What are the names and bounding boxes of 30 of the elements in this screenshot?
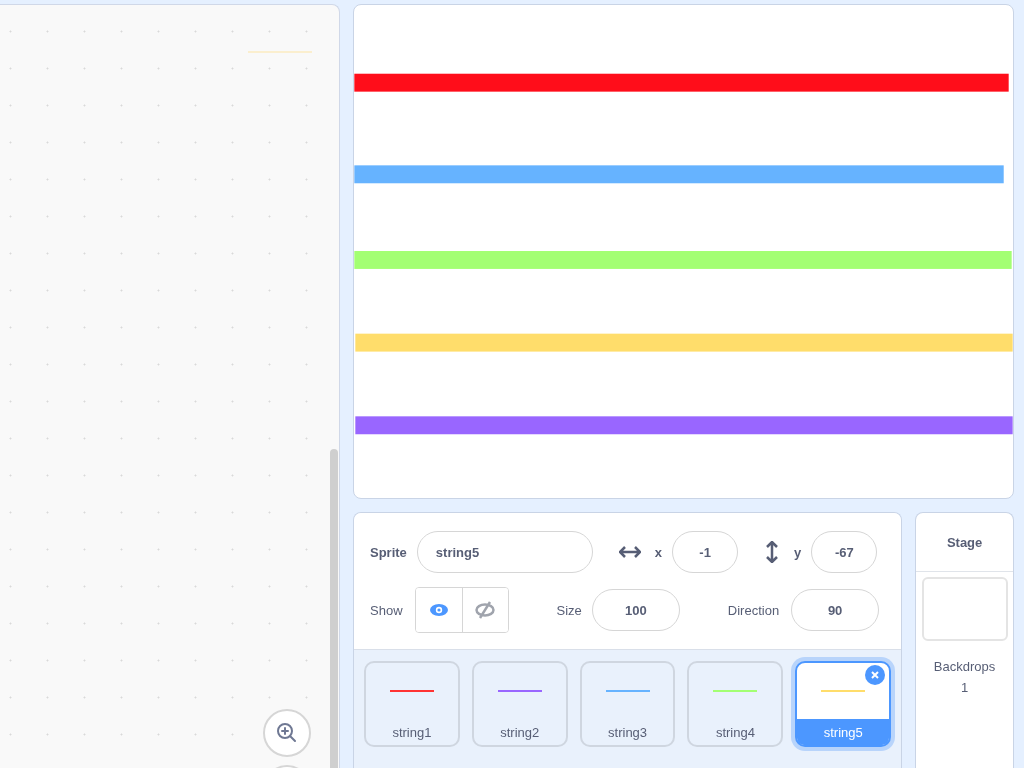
- y-label: y: [794, 544, 802, 560]
- show-label: Show: [370, 602, 403, 618]
- vertical-arrow-icon: [766, 541, 779, 563]
- sprite-name: string1: [391, 723, 433, 742]
- backdrops-label: Backdrops: [933, 659, 996, 674]
- eye-slash-icon: [475, 601, 496, 619]
- x-label: x: [654, 544, 663, 560]
- backdrops-count: 1: [960, 680, 969, 695]
- stage-title: Stage: [916, 513, 1013, 572]
- sprite-tile[interactable]: string3: [579, 661, 676, 747]
- sprite-name: string4: [714, 723, 756, 742]
- sprite-tile[interactable]: string2: [471, 661, 568, 747]
- line-stroke: [248, 51, 312, 53]
- eye-icon: [428, 603, 449, 617]
- zoom-in-icon: [275, 721, 299, 745]
- size-label: Size: [556, 602, 582, 618]
- sprite-tile[interactable]: string4: [687, 661, 784, 747]
- sprite-name: string3: [607, 723, 649, 742]
- zoom-in-button[interactable]: [263, 709, 311, 757]
- hide-button[interactable]: [461, 588, 508, 632]
- direction-label: Direction: [727, 602, 780, 618]
- delete-button[interactable]: [865, 665, 886, 685]
- sprite-name: string2: [499, 723, 541, 742]
- sprite-tile[interactable]: string1: [364, 661, 460, 747]
- scrollbar[interactable]: [330, 449, 338, 768]
- backdrop-thumbnail[interactable]: [921, 577, 1008, 641]
- sprite-name: string5: [797, 719, 890, 745]
- sprite-label: Sprite: [370, 544, 407, 560]
- close-icon: [871, 671, 880, 679]
- horizontal-arrow-icon: [618, 546, 641, 558]
